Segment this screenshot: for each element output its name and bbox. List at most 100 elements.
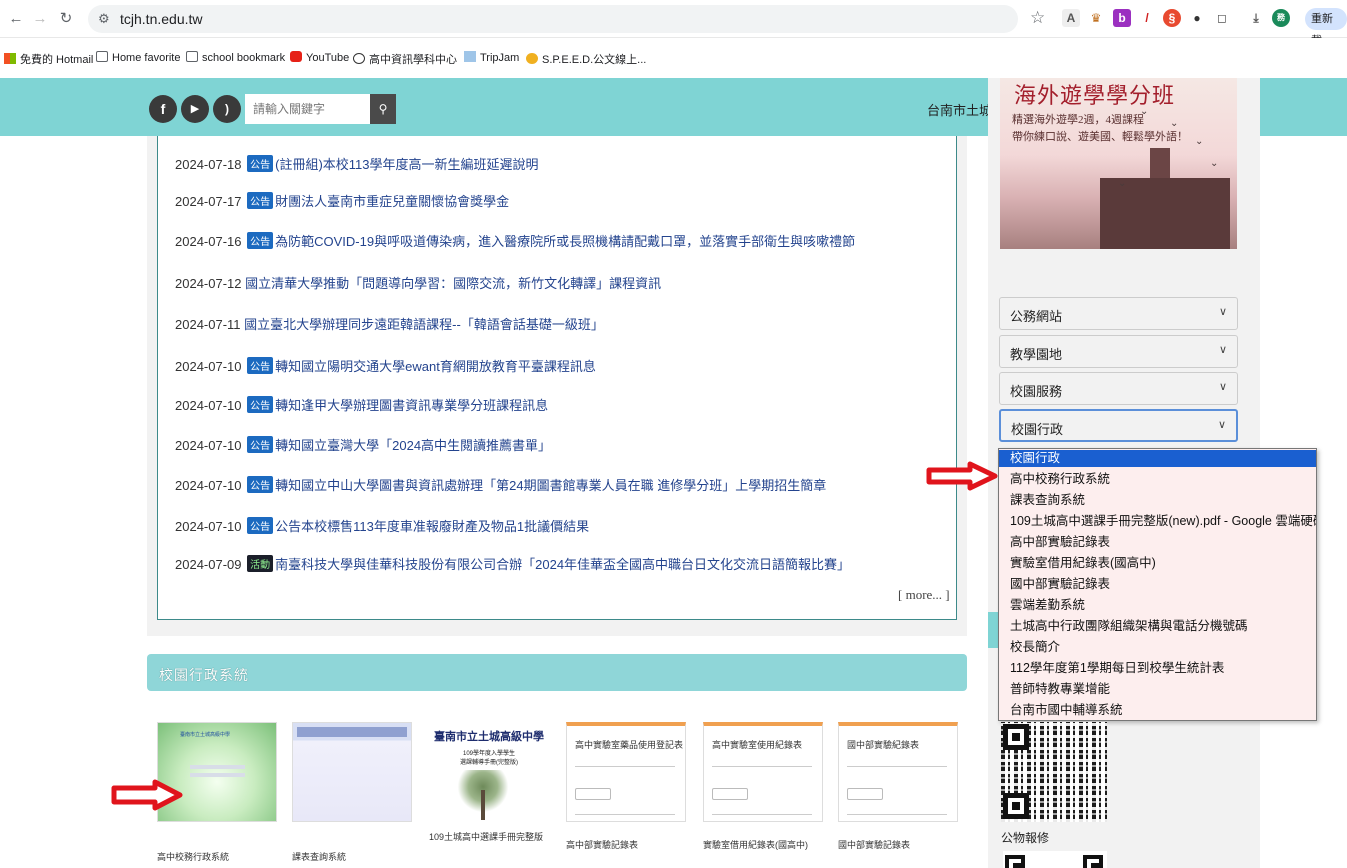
section-header: 校園行政系統 [147, 654, 967, 691]
dropdown-option[interactable]: 普師特教專業增能 [999, 681, 1316, 698]
select-official-sites[interactable]: 公務網站 ∨ [999, 297, 1238, 330]
dropdown-option[interactable]: 台南市國中輔導系統 [999, 702, 1316, 719]
news-item[interactable]: 2024-07-17 公告 財團法人臺南市重症兒童關懷協會獎學金 [175, 191, 509, 210]
download-icon[interactable]: ⤓ [1247, 9, 1265, 27]
search-icon[interactable]: ⚲ [370, 94, 396, 124]
dropdown-option[interactable]: 109土城高中選課手冊完整版(new).pdf - Google 雲端硬碟 [999, 513, 1316, 530]
bookmark-label: TripJam [480, 52, 520, 64]
news-item[interactable]: 2024-07-10 公告 轉知逢甲大學辦理圖書資訊專業學分班課程訊息 [175, 395, 548, 414]
windows-icon [4, 53, 16, 64]
bookmark-label: YouTube [306, 52, 350, 64]
bookmark-youtube[interactable]: YouTube [290, 51, 349, 64]
thumbnail-image-line: 選課輔導手冊(完整版) [460, 760, 518, 766]
bookmark-speed[interactable]: S.P.E.E.D.公文線上... [526, 51, 646, 67]
news-title[interactable]: 公告本校標售113年度車准報廢財產及物品1批議價結果 [275, 519, 589, 534]
thumbnail-course-handbook[interactable]: 臺南市立土城高級中學 109學年度入學學生 選課輔導手冊(完整版) [429, 722, 549, 822]
dropdown-option[interactable]: 高中校務行政系統 [999, 471, 1316, 488]
notice-badge: 公告 [247, 155, 274, 172]
news-item[interactable]: 2024-07-12 國立清華大學推動「問題導向學習：國際交流，新竹文化轉譯」課… [175, 273, 661, 292]
news-title[interactable]: 為防範COVID-19與呼吸道傳染病，進入醫療院所或長照機構請配戴口罩，並落實手… [275, 234, 855, 249]
extension-icon[interactable]: ♛ [1087, 9, 1105, 27]
news-item[interactable]: 2024-07-18 公告 (註冊組)本校113學年度高一新生編班延遲說明 [175, 154, 539, 173]
select-teaching[interactable]: 教學園地 ∨ [999, 335, 1238, 368]
pen-extension-icon[interactable]: / [1138, 9, 1156, 27]
thumbnail-label[interactable]: 高中校務行政系統 [157, 850, 229, 863]
form-select [712, 788, 748, 800]
facebook-icon[interactable]: f [149, 95, 177, 123]
dropdown-option[interactable]: 高中部實驗記錄表 [999, 534, 1316, 551]
dropdown-option[interactable]: 校園行政 [999, 450, 1316, 467]
profile-avatar[interactable]: 務 [1272, 9, 1290, 27]
back-icon[interactable]: ← [6, 9, 26, 29]
translate-extension-icon[interactable]: A [1062, 9, 1080, 27]
thumbnail-lab-record[interactable]: 高中實驗室藥品使用登記表 [566, 722, 686, 822]
bookmark-school[interactable]: school bookmark [186, 51, 285, 64]
thumbnail-lab-borrow[interactable]: 高中實驗室使用紀錄表 [703, 722, 823, 822]
more-link[interactable]: [ more... ] [898, 587, 950, 603]
puzzle-extensions-icon[interactable]: ◻ [1213, 9, 1231, 27]
news-title[interactable]: 轉知國立中山大學圖書與資訊處辦理「第24期圖書館專業人員在職 進修學分班」上學期… [275, 478, 826, 493]
rss-icon[interactable]: ) [213, 95, 241, 123]
thumbnail-label[interactable]: 實驗室借用紀錄表(國高中) [703, 838, 808, 851]
news-item[interactable]: 2024-07-10 公告 轉知國立陽明交通大學ewant育網開放教育平臺課程訊息 [175, 356, 596, 375]
youtube-icon[interactable]: ▶ [181, 95, 209, 123]
select-campus-admin[interactable]: 校園行政 ∨ [999, 409, 1238, 442]
thumbnail-label[interactable]: 國中部實驗記錄表 [838, 838, 910, 851]
chevron-down-icon: ∨ [1218, 344, 1227, 356]
thumbnail-label[interactable]: 109土城高中選課手冊完整版 [429, 830, 543, 843]
news-title[interactable]: (註冊組)本校113學年度高一新生編班延遲說明 [275, 157, 538, 172]
chevron-down-icon: ∨ [1217, 419, 1226, 431]
b-extension-icon[interactable]: b [1113, 9, 1131, 27]
bookmark-hotmail[interactable]: 免費的 Hotmail [4, 51, 93, 67]
news-item[interactable]: 2024-07-09 活動 南臺科技大學與佳華科技股份有限公司合辦「2024年佳華… [175, 554, 850, 573]
news-date: 2024-07-17 [175, 194, 242, 209]
thumbnail-label[interactable]: 課表查詢系統 [292, 850, 346, 863]
forward-icon[interactable]: → [30, 9, 50, 29]
thumbnail-timetable-system[interactable] [292, 722, 412, 822]
news-item[interactable]: 2024-07-10 公告 轉知國立中山大學圖書與資訊處辦理「第24期圖書館專業人… [175, 475, 826, 494]
news-title[interactable]: 國立臺北大學辦理同步遠距韓語課程--「韓語會話基礎一級班」 [244, 317, 604, 332]
dropdown-option[interactable]: 實驗室借用紀錄表(國高中) [999, 555, 1316, 572]
site-info-icon[interactable]: ⚙ [98, 11, 110, 27]
qr-label: 公物報修 [1001, 831, 1050, 845]
thumbnail-label[interactable]: 高中部實驗記錄表 [566, 838, 638, 851]
relaunch-button[interactable]: 重新載 [1305, 8, 1347, 47]
news-item[interactable]: 2024-07-11 國立臺北大學辦理同步遠距韓語課程--「韓語會話基礎一級班」 [175, 314, 604, 333]
dropdown-option[interactable]: 雲端差勤系統 [999, 597, 1316, 614]
bookmark-home-favorite[interactable]: Home favorite [96, 51, 180, 64]
bookmark-info-center[interactable]: 高中資訊學科中心 [353, 51, 457, 67]
news-title[interactable]: 轉知逢甲大學辦理圖書資訊專業學分班課程訊息 [275, 398, 548, 413]
thumbnail-junior-lab[interactable]: 國中部實驗紀錄表 [838, 722, 958, 822]
news-title[interactable]: 轉知國立臺灣大學「2024高中生閱讀推薦書單」 [275, 438, 551, 453]
dropdown-option[interactable]: 112學年度第1學期每日到校學生統計表 [999, 660, 1316, 677]
news-item[interactable]: 2024-07-10 公告 公告本校標售113年度車准報廢財產及物品1批議價結果 [175, 516, 589, 535]
select-campus-services[interactable]: 校園服務 ∨ [999, 372, 1238, 405]
news-date: 2024-07-10 [175, 438, 242, 453]
url-text[interactable]: tcjh.tn.edu.tw [120, 11, 203, 27]
bookmark-star-icon[interactable]: ☆ [1030, 8, 1045, 28]
qr-code-second[interactable] [1003, 851, 1107, 868]
promo-banner[interactable]: 海外遊學學分班 精選海外遊學2週，4週課程 帶你練口說、遊美國、輕鬆學外語！ ⌄… [1000, 78, 1237, 249]
extension-icon[interactable]: § [1163, 9, 1181, 27]
promo-line: 精選海外遊學2週，4週課程 [1012, 114, 1144, 126]
news-title[interactable]: 國立清華大學推動「問題導向學習：國際交流，新竹文化轉譯」課程資訊 [245, 276, 661, 291]
dropdown-option[interactable]: 校長簡介 [999, 639, 1316, 656]
extension-icon[interactable]: ● [1188, 9, 1206, 27]
news-date: 2024-07-16 [175, 234, 242, 249]
bird-icon: ⌄ [1195, 136, 1204, 147]
news-title[interactable]: 轉知國立陽明交通大學ewant育網開放教育平臺課程訊息 [275, 359, 596, 374]
news-item[interactable]: 2024-07-10 公告 轉知國立臺灣大學「2024高中生閱讀推薦書單」 [175, 435, 551, 454]
reload-icon[interactable]: ↻ [56, 9, 76, 29]
news-title[interactable]: 南臺科技大學與佳華科技股份有限公司合辦「2024年佳華盃全國高中職台日文化交流日… [275, 557, 850, 572]
news-title[interactable]: 財團法人臺南市重症兒童關懷協會獎學金 [275, 194, 509, 209]
bookmark-tripjam[interactable]: TripJam [464, 51, 519, 64]
address-bar[interactable]: ⚙ tcjh.tn.edu.tw [88, 5, 1018, 33]
red-arrow-icon [111, 779, 183, 811]
dropdown-option[interactable]: 課表查詢系統 [999, 492, 1316, 509]
dropdown-option[interactable]: 土城高中行政團隊組織架構與電話分機號碼 [999, 618, 1316, 635]
dropdown-option[interactable]: 國中部實驗記錄表 [999, 576, 1316, 593]
notice-badge: 公告 [247, 476, 274, 493]
search-input[interactable] [245, 94, 370, 124]
news-item[interactable]: 2024-07-16 公告 為防範COVID-19與呼吸道傳染病，進入醫療院所或長… [175, 231, 855, 250]
thumbnail-field [190, 765, 245, 769]
